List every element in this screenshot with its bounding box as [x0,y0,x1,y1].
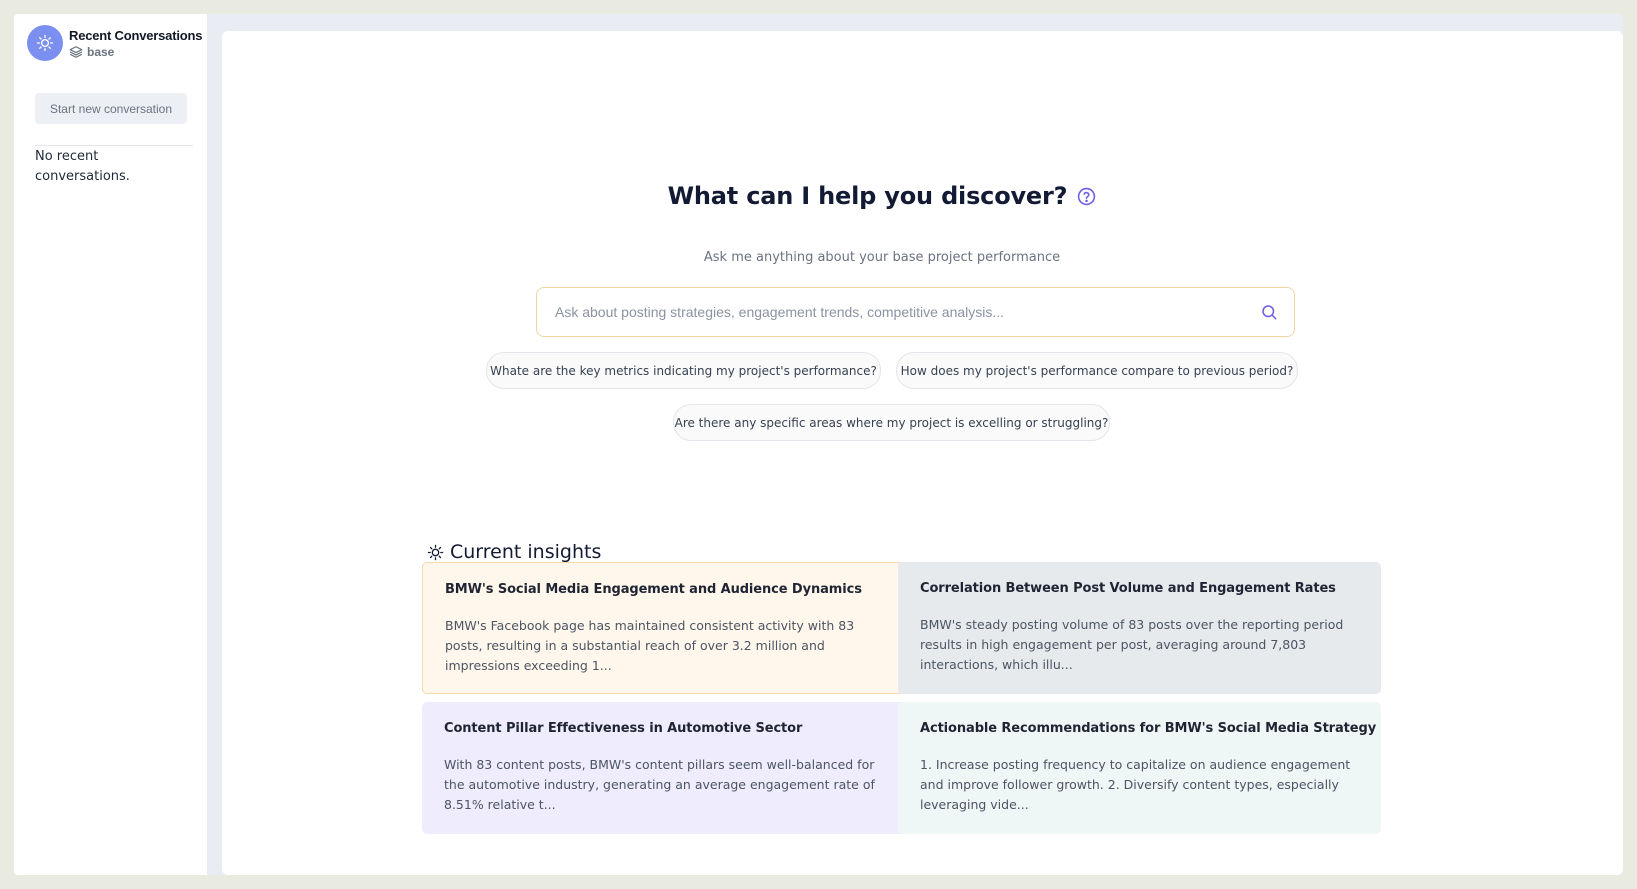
page-title: What can I help you discover? [667,182,1068,210]
question-circle-icon [1078,187,1096,205]
insight-card-body: BMW's Facebook page has maintained consi… [445,618,855,673]
start-new-conversation-button[interactable]: Start new conversation [35,93,187,124]
insights-header: Current insights [427,541,601,563]
layers-icon [69,46,83,58]
insight-card-body: 1. Increase posting frequency to capital… [920,757,1351,812]
empty-conversations-text: No recent conversations. [35,149,130,184]
project-label: base [69,45,202,59]
main-panel: What can I help you discover? Ask me any… [222,31,1623,875]
search-input[interactable] [555,304,1258,320]
page-subtitle: Ask me anything about your base project … [703,250,1061,265]
brand-text: Recent Conversations base [69,25,202,59]
insights-title: Current insights [450,541,602,563]
sidebar-divider [35,145,193,146]
sun-bulb-icon [427,544,444,560]
suggestion-chip-compare-period[interactable]: How does my project's performance compar… [896,352,1298,389]
insight-card[interactable]: Correlation Between Post Volume and Enga… [898,562,1381,694]
insight-card[interactable]: Content Pillar Effectiveness in Automoti… [422,702,905,834]
insight-card-title: Content Pillar Effectiveness in Automoti… [444,721,803,736]
sun-bulb-icon [36,34,54,52]
insight-card-title: BMW's Social Media Engagement and Audien… [445,582,862,597]
app-window: Recent Conversations base Start new conv… [14,14,1623,875]
insight-card[interactable]: Actionable Recommendations for BMW's Soc… [898,702,1381,834]
search-button[interactable] [1258,301,1280,323]
insight-card[interactable]: BMW's Social Media Engagement and Audien… [422,562,905,694]
insight-card-title: Actionable Recommendations for BMW's Soc… [920,721,1377,736]
search-bar [536,287,1295,337]
sidebar-title: Recent Conversations [69,28,203,43]
help-button[interactable] [1077,187,1096,206]
sidebar-header: Recent Conversations base [27,25,202,61]
insight-card-title: Correlation Between Post Volume and Enga… [920,581,1336,596]
suggestion-chip-key-metrics[interactable]: Whate are the key metrics indicating my … [486,352,881,389]
sidebar: Recent Conversations base Start new conv… [14,14,207,875]
hero: What can I help you discover? [222,182,1542,210]
insight-card-body: With 83 content posts, BMW's content pil… [444,757,875,812]
insight-card-body: BMW's steady posting volume of 83 posts … [920,617,1344,672]
suggestion-chip-excelling-struggling[interactable]: Are there any specific areas where my pr… [673,404,1110,441]
project-name: base [87,45,115,59]
brand-avatar [27,25,63,61]
search-icon [1262,305,1277,320]
